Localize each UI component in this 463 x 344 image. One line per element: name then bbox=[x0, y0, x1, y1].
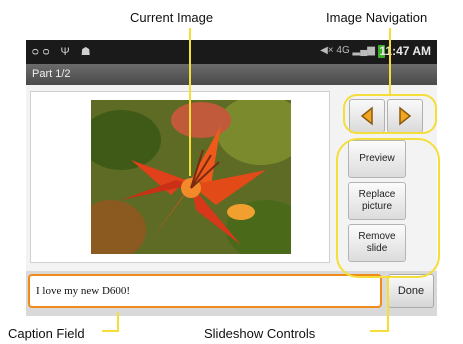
caption-input[interactable]: I love my new D600! bbox=[28, 274, 382, 308]
status-right-icons: ◀× 4G ▂▄▆ bbox=[320, 45, 375, 56]
callout-current-image: Current Image bbox=[130, 10, 214, 25]
voicemail-icon: ᴑᴑ bbox=[32, 46, 54, 58]
slideshow-controls-leader-v bbox=[387, 277, 389, 332]
4g-icon: 4G bbox=[336, 45, 350, 56]
caption-field-leader-h bbox=[102, 330, 119, 332]
done-button[interactable]: Done bbox=[388, 274, 434, 308]
usb-icon: Ψ bbox=[60, 46, 74, 58]
mute-icon: ◀× bbox=[320, 45, 334, 56]
signal-icon: ▂▄▆ bbox=[352, 45, 375, 56]
status-left-icons: ᴑᴑ Ψ ☗ bbox=[32, 45, 95, 58]
caption-field-leader-v bbox=[117, 312, 119, 330]
callout-caption-field: Caption Field bbox=[8, 326, 85, 341]
status-time: 11:47 AM bbox=[379, 44, 431, 58]
current-image-leader bbox=[189, 28, 191, 176]
image-panel[interactable] bbox=[30, 91, 330, 263]
status-bar: ᴑᴑ Ψ ☗ ◀× 4G ▂▄▆ 11:47 AM bbox=[26, 40, 437, 64]
page-title: Part 1/2 bbox=[26, 64, 437, 85]
callout-image-navigation: Image Navigation bbox=[326, 10, 428, 25]
callout-slideshow-controls: Slideshow Controls bbox=[204, 326, 316, 341]
current-image[interactable] bbox=[91, 100, 291, 254]
android-debug-icon: ☗ bbox=[80, 46, 95, 58]
slideshow-controls-leader-h bbox=[370, 330, 389, 332]
image-navigation-leader bbox=[389, 28, 391, 96]
slideshow-controls-highlight bbox=[336, 138, 440, 278]
red-lily-photo bbox=[91, 100, 291, 254]
image-navigation-highlight bbox=[343, 94, 437, 134]
